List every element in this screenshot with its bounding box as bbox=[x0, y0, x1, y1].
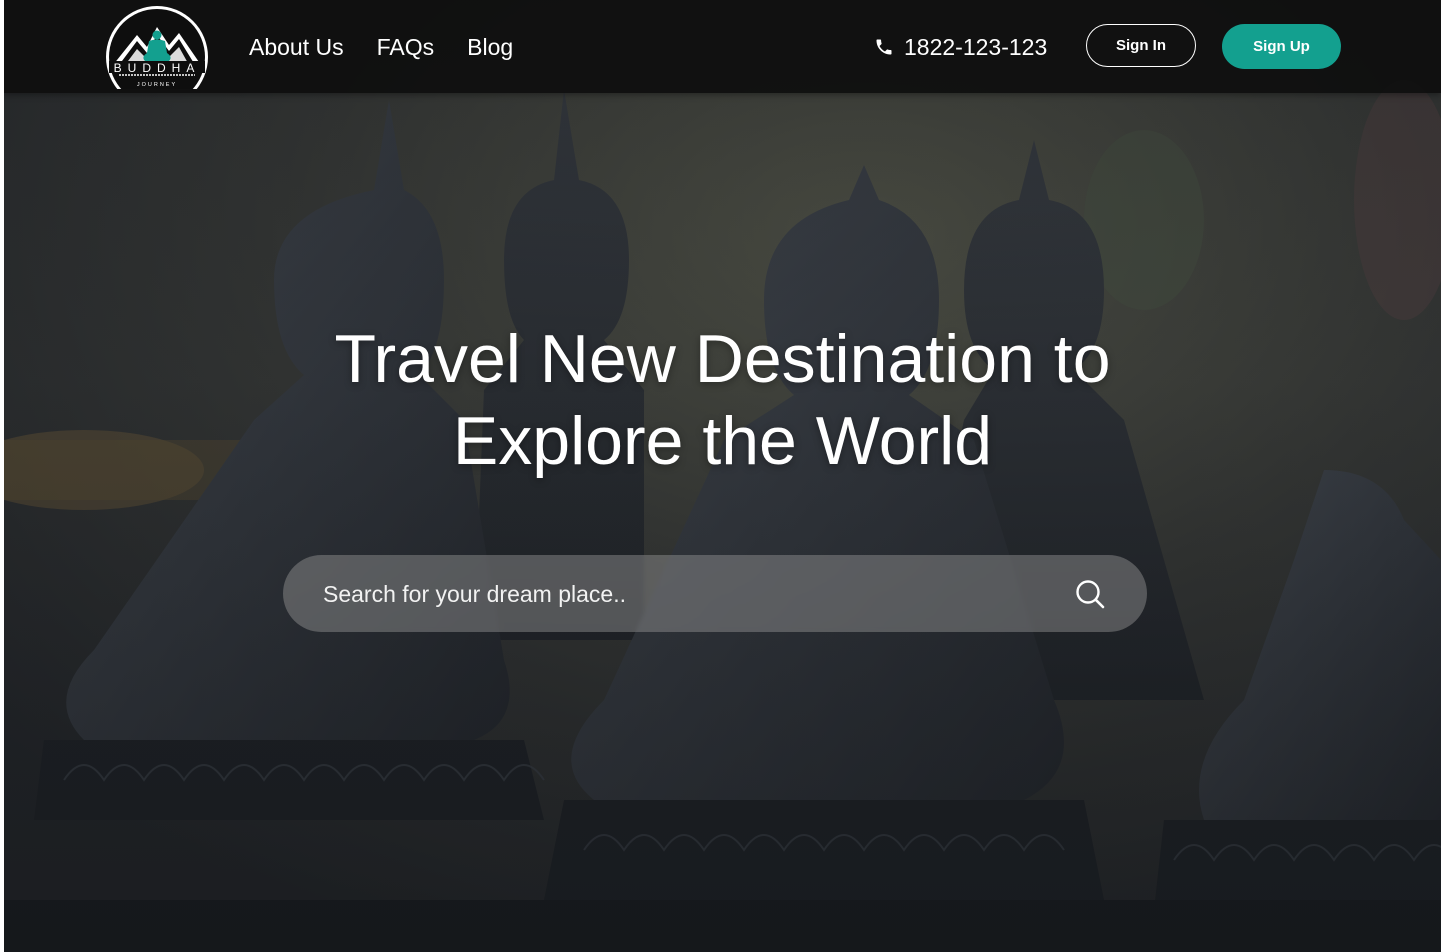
hero-title: Travel New Destination to Explore the Wo… bbox=[204, 318, 1241, 482]
phone-contact[interactable]: 1822-123-123 bbox=[874, 30, 1047, 64]
sign-up-button[interactable]: Sign Up bbox=[1222, 24, 1341, 69]
phone-number: 1822-123-123 bbox=[904, 34, 1048, 60]
destination-search-input[interactable] bbox=[321, 573, 1025, 615]
phone-icon bbox=[876, 39, 892, 55]
brand-logo[interactable]: BUDDHA JOURNEY bbox=[103, 5, 211, 108]
hero-title-line-2: Explore the World bbox=[452, 403, 993, 479]
logo-tagline: JOURNEY bbox=[137, 82, 177, 88]
nav-blog-link[interactable]: Blog bbox=[467, 30, 513, 64]
nav-about-us-link[interactable]: About Us bbox=[249, 30, 344, 64]
hero-title-line-1: Travel New Destination to bbox=[334, 321, 1111, 397]
buddha-journey-logo-icon: BUDDHA JOURNEY bbox=[106, 6, 208, 108]
logo-wordmark: BUDDHA bbox=[114, 61, 201, 75]
sign-in-button[interactable]: Sign In bbox=[1086, 24, 1196, 67]
main-nav: About Us FAQs Blog bbox=[249, 30, 513, 64]
top-navbar: BUDDHA JOURNEY About Us FAQs Blog 1822-1… bbox=[4, 0, 1441, 108]
landing-page: BUDDHA JOURNEY About Us FAQs Blog 1822-1… bbox=[4, 0, 1441, 952]
nav-faqs-link[interactable]: FAQs bbox=[377, 30, 435, 64]
search-icon[interactable] bbox=[1075, 579, 1105, 609]
destination-search-bar bbox=[283, 555, 1147, 632]
